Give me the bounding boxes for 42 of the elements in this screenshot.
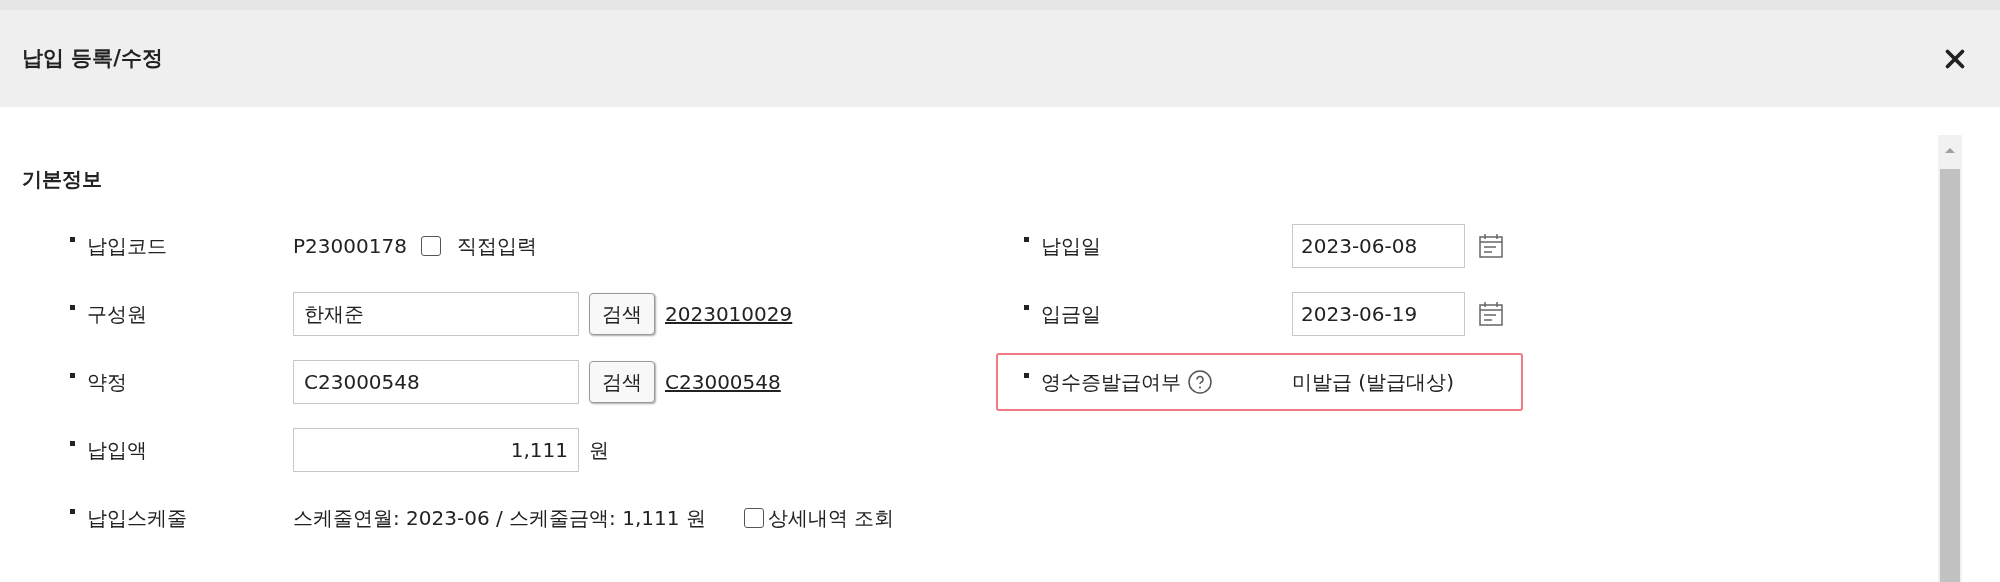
date-field[interactable]: 2023-06-19 <box>1292 292 1465 336</box>
scrollbar[interactable] <box>1938 135 1962 582</box>
date-field[interactable]: 2023-06-08 <box>1292 224 1465 268</box>
scrollbar-thumb[interactable] <box>1940 169 1960 582</box>
checkbox-label: 직접입력 <box>456 233 537 260</box>
checkbox-square[interactable] <box>743 508 764 528</box>
search-button[interactable]: 검색 <box>589 361 655 403</box>
field-label: 입금일 <box>1041 301 1101 328</box>
text-field[interactable]: 한재준 <box>293 292 579 336</box>
status-text: 미발급 (발급대상) <box>1292 369 1454 396</box>
bullet-icon <box>1024 305 1029 310</box>
help-icon[interactable] <box>1187 369 1213 395</box>
section-title: 기본정보 <box>22 167 103 192</box>
unit-label: 원 <box>589 437 609 464</box>
field-label: 납입코드 <box>87 233 167 260</box>
bullet-icon <box>70 305 75 310</box>
code-value: P23000178 <box>293 233 407 260</box>
field-label: 영수증발급여부 <box>1041 369 1181 396</box>
field-label: 납입액 <box>87 437 147 464</box>
id-link[interactable]: 2023010029 <box>665 299 793 329</box>
text-field[interactable]: C23000548 <box>293 360 579 404</box>
checkbox[interactable]: 직접입력 <box>420 231 537 261</box>
amount-field[interactable]: 1,111 <box>293 428 579 472</box>
dialog-title: 납입 등록/수정 <box>22 44 163 72</box>
field-label: 납입스케줄 <box>87 505 187 532</box>
bullet-icon <box>70 509 75 514</box>
checkbox[interactable]: 상세내역 조회 <box>743 503 895 533</box>
search-button[interactable]: 검색 <box>589 293 655 335</box>
schedule-text: 스케줄연월: 2023-06 / 스케줄금액: 1,111 원 <box>293 505 706 532</box>
bullet-icon <box>70 441 75 446</box>
checkbox-square[interactable] <box>420 236 441 256</box>
bullet-icon <box>1024 237 1029 242</box>
field-label: 약정 <box>87 369 127 396</box>
calendar-icon[interactable] <box>1477 232 1505 260</box>
id-link[interactable]: C23000548 <box>665 367 781 397</box>
bullet-icon <box>70 237 75 242</box>
field-label: 구성원 <box>87 301 147 328</box>
bullet-icon <box>70 373 75 378</box>
bullet-icon <box>1024 373 1029 378</box>
calendar-icon[interactable] <box>1477 300 1505 328</box>
field-label: 납입일 <box>1041 233 1101 260</box>
checkbox-label: 상세내역 조회 <box>767 505 895 532</box>
